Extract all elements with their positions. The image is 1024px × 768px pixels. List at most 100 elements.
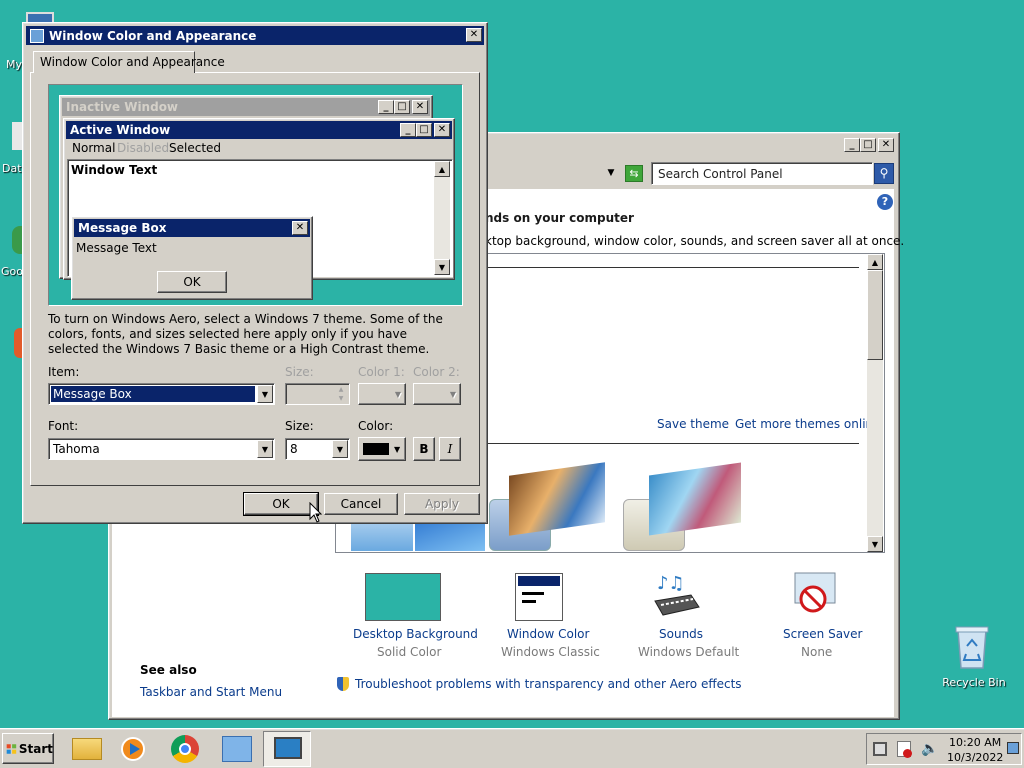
- font-color-button[interactable]: ▼: [358, 437, 406, 461]
- preview-inactive-title: Inactive Window: [66, 100, 179, 114]
- minimize-icon: _: [378, 100, 394, 114]
- sounds-label[interactable]: Sounds: [659, 627, 703, 641]
- item-dropdown[interactable]: Message Box ▼: [48, 383, 275, 405]
- desktop-icon-label: Data: [2, 162, 29, 175]
- preview-message-titlebar: Message Box ✕: [74, 219, 310, 237]
- font-color-swatch: [363, 443, 389, 455]
- start-button[interactable]: Start: [2, 733, 54, 764]
- page-subheading: ktop background, window color, sounds, a…: [485, 234, 905, 248]
- sounds-setting[interactable]: ♪♫ Sounds Windows Default: [621, 571, 741, 661]
- chrome-icon: [171, 735, 199, 763]
- show-desktop-icon[interactable]: [1007, 742, 1019, 754]
- clock-date[interactable]: 10/3/2022: [947, 751, 1003, 764]
- desktop-background-label[interactable]: Desktop Background: [353, 627, 478, 641]
- theme-list-rule: [485, 267, 859, 268]
- taskbar-explorer[interactable]: [66, 732, 108, 766]
- tab-window-color[interactable]: Window Color and Appearance: [33, 51, 225, 73]
- minimize-button[interactable]: _: [844, 138, 860, 152]
- window-color-value: Windows Classic: [501, 645, 600, 659]
- action-center-flag-icon[interactable]: [897, 741, 912, 758]
- preview-window-text: Window Text: [71, 163, 158, 177]
- preview-menu-selected: Selected: [169, 141, 222, 155]
- search-input[interactable]: Search Control Panel: [658, 167, 783, 181]
- font-size-dropdown[interactable]: 8 ▼: [285, 438, 350, 460]
- sounds-icon: ♪♫: [654, 573, 700, 616]
- preview-active-controls: _ □ ✕: [400, 123, 450, 137]
- display-settings-icon: [274, 737, 302, 759]
- windows-logo-icon: [6, 743, 17, 754]
- scroll-up-icon: ▲: [434, 161, 450, 177]
- maximize-button[interactable]: □: [860, 138, 876, 152]
- start-label: Start: [18, 741, 53, 756]
- address-bar-dropdown[interactable]: ▼: [603, 163, 619, 183]
- cancel-button[interactable]: Cancel: [324, 493, 398, 515]
- theme-list-rule: [485, 443, 859, 444]
- dialog-app-icon: [30, 28, 44, 43]
- spinner-up-icon: ▲: [338, 386, 344, 393]
- item-size-spinner: ▲ ▼: [285, 383, 350, 405]
- scroll-up-button[interactable]: ▲: [867, 254, 883, 270]
- taskbar-control-panel[interactable]: [216, 732, 258, 766]
- dialog-title: Window Color and Appearance: [49, 28, 257, 43]
- font-color-label: Color:: [358, 419, 394, 433]
- troubleshoot-aero-link[interactable]: Troubleshoot problems with transparency …: [355, 677, 742, 691]
- maximize-icon: □: [394, 100, 410, 114]
- font-dropdown-arrow[interactable]: ▼: [257, 440, 273, 458]
- search-box[interactable]: Search Control Panel: [651, 162, 873, 185]
- minimize-icon: _: [400, 123, 416, 137]
- mouse-cursor: [309, 502, 323, 523]
- volume-icon[interactable]: 🔈: [921, 741, 938, 757]
- shield-icon: [337, 677, 349, 691]
- preview-inactive-controls: _ □ ✕: [378, 100, 428, 114]
- scroll-down-button[interactable]: ▼: [867, 536, 883, 552]
- desktop-icon-label: My: [5, 58, 22, 71]
- color2-button: ▼: [413, 383, 461, 405]
- taskbar-window-color-active[interactable]: [263, 731, 311, 767]
- window-color-setting[interactable]: Window Color Windows Classic: [481, 571, 601, 661]
- italic-button[interactable]: I: [439, 437, 461, 461]
- window-color-dialog: Window Color and Appearance ✕ Window Col…: [22, 22, 488, 524]
- dialog-close-button[interactable]: ✕: [466, 28, 482, 42]
- recycle-bin-label: Recycle Bin: [942, 676, 1006, 689]
- scroll-thumb[interactable]: [867, 270, 883, 360]
- preview-menu-disabled: Disabled: [117, 141, 170, 155]
- refresh-icon: ⇆: [629, 167, 639, 180]
- bold-button[interactable]: B: [413, 437, 435, 461]
- clock-time[interactable]: 10:20 AM: [949, 736, 1001, 749]
- see-also-heading: See also: [140, 663, 197, 677]
- font-value: Tahoma: [53, 442, 100, 456]
- ok-button[interactable]: OK: [243, 492, 319, 516]
- color1-button: ▼: [358, 383, 406, 405]
- page-heading: nds on your computer: [485, 211, 634, 225]
- recycle-bin-icon: [955, 626, 989, 669]
- taskbar-media-player[interactable]: [112, 732, 154, 766]
- preview-active-title: Active Window: [70, 123, 171, 137]
- sounds-value: Windows Default: [638, 645, 740, 659]
- dialog-titlebar[interactable]: Window Color and Appearance ✕: [26, 26, 484, 45]
- font-dropdown[interactable]: Tahoma ▼: [48, 438, 275, 460]
- svg-text:♪♫: ♪♫: [657, 573, 685, 594]
- get-more-themes-link[interactable]: Get more themes online: [735, 417, 881, 431]
- network-icon[interactable]: [873, 742, 887, 756]
- help-icon[interactable]: ?: [877, 194, 893, 210]
- theme-list-scrollbar[interactable]: ▲ ▼: [867, 254, 883, 552]
- save-theme-link[interactable]: Save theme: [657, 417, 729, 431]
- maximize-icon: □: [416, 123, 432, 137]
- screen-saver-setting[interactable]: Screen Saver None: [765, 571, 875, 661]
- preview-ok-button: OK: [157, 271, 227, 293]
- desktop-background-setting[interactable]: Desktop Background Solid Color: [345, 571, 478, 661]
- close-icon: ✕: [412, 100, 428, 114]
- item-dropdown-arrow[interactable]: ▼: [257, 385, 273, 403]
- refresh-button[interactable]: ⇆: [625, 165, 643, 182]
- search-button[interactable]: ⚲: [874, 163, 894, 184]
- window-color-label[interactable]: Window Color: [507, 627, 589, 641]
- font-size-dropdown-arrow[interactable]: ▼: [332, 440, 348, 458]
- recycle-bin[interactable]: [952, 624, 996, 672]
- spinner-down-icon: ▼: [338, 395, 344, 402]
- taskbar-chrome[interactable]: [164, 732, 206, 766]
- screen-saver-label[interactable]: Screen Saver: [783, 627, 862, 641]
- close-button[interactable]: ✕: [878, 138, 894, 152]
- taskbar-start-menu-link[interactable]: Taskbar and Start Menu: [140, 685, 282, 699]
- aero-description: To turn on Windows Aero, select a Window…: [48, 312, 443, 356]
- media-player-icon: [121, 737, 145, 761]
